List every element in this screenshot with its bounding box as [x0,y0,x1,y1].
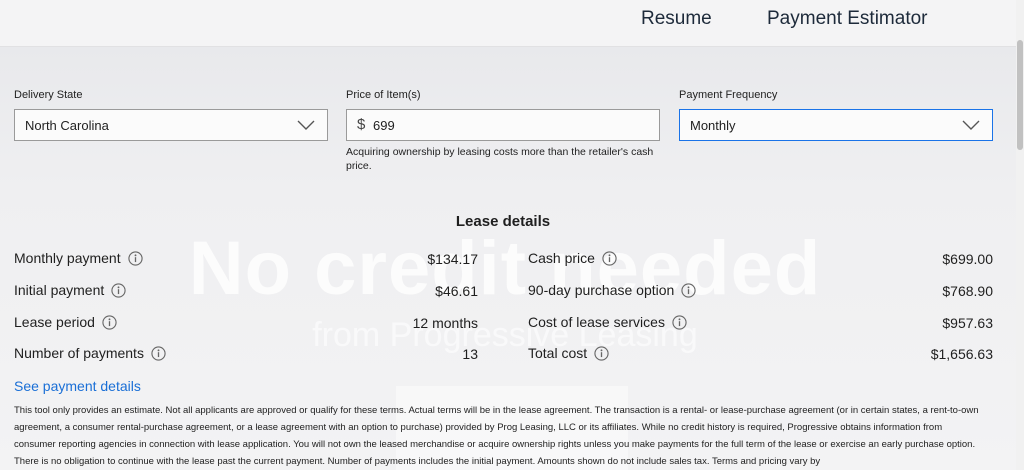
lease-row-label: Number of payments [14,345,166,361]
nav-payment-estimator[interactable]: Payment Estimator [767,8,928,30]
lease-row-label: Cash price [528,250,617,266]
info-icon[interactable] [102,314,117,330]
info-icon[interactable] [681,282,696,298]
lease-row-label: Total cost [528,345,609,361]
number-of-payments-label: Number of payments [14,345,144,361]
monthly-payment-value: $134.17 [427,251,478,267]
lease-row-label: Lease period [14,314,117,330]
lease-row-label: Monthly payment [14,250,143,266]
initial-payment-label: Initial payment [14,282,105,298]
chevron-down-icon [962,120,980,130]
price-input[interactable]: $ 699 [346,109,660,141]
lease-row-label: Cost of lease services [528,314,687,330]
see-payment-details-link[interactable]: See payment details [14,378,141,394]
lease-period-value: 12 months [412,315,478,331]
total-cost-label: Total cost [528,345,588,361]
cost-of-lease-value: $957.63 [942,315,993,331]
delivery-state-select[interactable]: North Carolina [14,109,328,141]
nav-resume[interactable]: Resume [641,8,712,30]
price-value: 699 [373,118,395,133]
currency-symbol: $ [357,116,366,133]
info-icon[interactable] [594,345,609,361]
info-icon[interactable] [127,250,143,266]
disclaimer-text: This tool only provides an estimate. Not… [14,405,979,467]
lease-period-label: Lease period [14,314,95,330]
initial-payment-value: $46.61 [435,283,478,299]
number-of-payments-value: 13 [462,346,478,362]
delivery-state-label: Delivery State [14,89,83,101]
chevron-down-icon [297,120,315,130]
cost-of-lease-label: Cost of lease services [528,314,665,330]
payment-frequency-select[interactable]: Monthly [679,109,993,141]
cash-price-value: $699.00 [942,251,993,267]
lease-row-label: 90-day purchase option [528,282,696,298]
price-label: Price of Item(s) [346,89,421,101]
scrollbar-thumb[interactable] [1017,40,1023,150]
info-icon[interactable] [602,250,617,266]
total-cost-value: $1,656.63 [930,346,993,362]
info-icon[interactable] [151,345,166,361]
payment-frequency-value: Monthly [690,118,736,133]
lease-details-title: Lease details [455,213,551,230]
info-icon[interactable] [672,314,687,330]
info-icon[interactable] [111,282,126,298]
cash-price-label: Cash price [528,250,595,266]
purchase-option-value: $768.90 [942,283,993,299]
vertical-scrollbar[interactable] [1016,0,1024,470]
price-help-text: Acquiring ownership by leasing costs mor… [346,146,654,172]
delivery-state-value: North Carolina [25,118,109,133]
payment-frequency-label: Payment Frequency [679,89,778,101]
lease-row-label: Initial payment [14,282,126,298]
top-navigation: Resume Payment Estimator [0,0,1016,47]
purchase-option-label: 90-day purchase option [528,282,675,298]
monthly-payment-label: Monthly payment [14,250,121,266]
